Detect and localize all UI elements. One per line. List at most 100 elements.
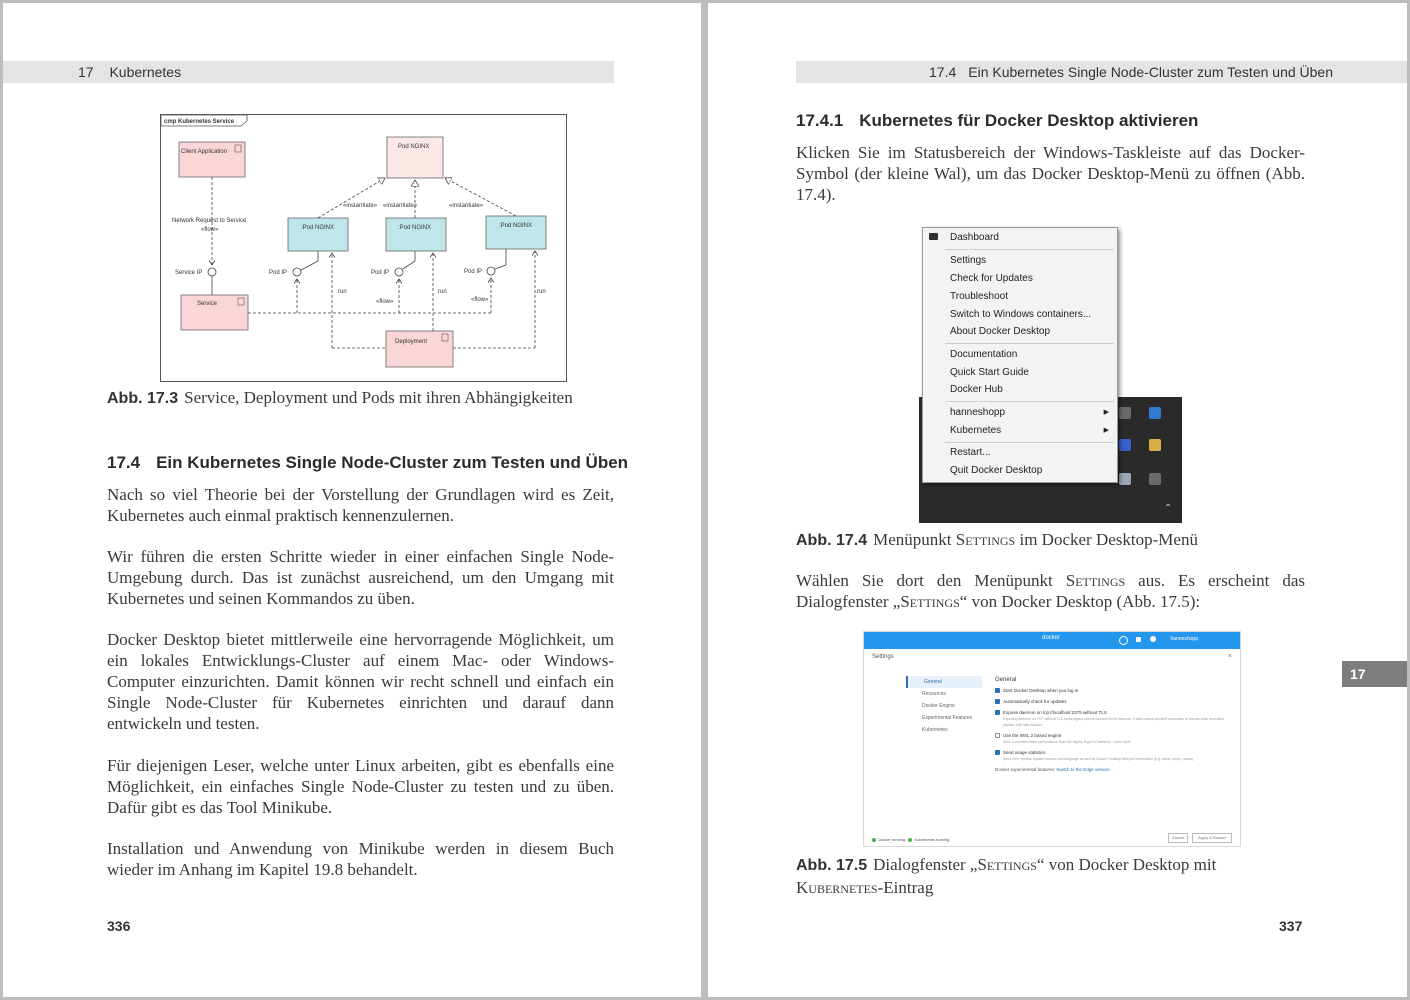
caption-text: -Eintrag <box>877 878 934 897</box>
close-icon[interactable]: × <box>1228 653 1232 660</box>
option-description: Send error reports, system version and l… <box>1003 757 1195 761</box>
bug-icon[interactable] <box>1136 637 1141 642</box>
uml-pod2-box <box>385 217 447 252</box>
caption-text: Dialogfenster „ <box>873 855 978 874</box>
option-label: Start Docker Desktop when you log in <box>1003 688 1079 693</box>
menu-item-dashboard[interactable]: Dashboard <box>950 230 999 246</box>
menu-item-quit[interactable]: Quit Docker Desktop <box>950 463 1042 479</box>
monitor-icon <box>1149 473 1161 485</box>
uml-pod1-label: :Pod NGINX <box>301 225 334 231</box>
uml-frame-label: cmp Kubernetes Service <box>164 119 235 125</box>
section-number: 17.4 <box>929 64 957 80</box>
subsection-title: Kubernetes für Docker Desktop aktivieren <box>859 111 1199 130</box>
page-number-left: 336 <box>107 918 131 934</box>
menu-item-switch-containers[interactable]: Switch to Windows containers... <box>950 307 1091 323</box>
section-title: Ein Kubernetes Single Node-Cluster zum T… <box>156 453 629 472</box>
menu-item-troubleshoot[interactable]: Troubleshoot <box>950 289 1008 305</box>
settings-username: hanneshopp <box>1170 636 1198 642</box>
left-page: 17 Kubernetes cmp Kubernetes Service Cli… <box>3 3 701 997</box>
cancel-button[interactable]: Cancel <box>1168 833 1188 843</box>
menu-item-check-updates[interactable]: Check for Updates <box>950 271 1033 287</box>
paragraph: Installation und Anwendung von Minikube … <box>107 839 614 879</box>
uml-pod1-box <box>287 217 349 252</box>
paragraph: Wir führen die ersten Schritte wieder in… <box>107 547 614 608</box>
text-smallcaps: Settings <box>1065 571 1126 590</box>
option-description: Exposing daemon on TCP without TLS helps… <box>1003 717 1225 727</box>
menu-item-user[interactable]: hanneshopp <box>950 405 1110 421</box>
dashboard-icon <box>929 233 938 240</box>
docker-context-menu: Dashboard Settings Check for Updates Tro… <box>922 227 1118 483</box>
checkbox-checked[interactable] <box>995 710 1000 715</box>
settings-option[interactable]: Automatically check for updates <box>995 699 1225 705</box>
uml-client-label: Client Application <box>181 149 227 155</box>
paragraph: Docker Desktop bietet mittlerweile eine … <box>107 630 614 733</box>
caption-smallcaps: Kubernetes <box>796 878 878 897</box>
submenu-arrow-icon: ▶ <box>1103 427 1109 434</box>
apply-restart-button[interactable]: Apply & Restart <box>1192 833 1232 843</box>
section-heading-17-4: 17.4 Ein Kubernetes Single Node-Cluster z… <box>107 453 628 473</box>
checkbox-checked[interactable] <box>995 688 1000 693</box>
status-dot <box>872 837 876 842</box>
figure-caption-17-3: Abb. 17.3 Service, Deployment und Pods mi… <box>107 387 667 410</box>
checkbox-checked[interactable] <box>995 750 1000 755</box>
menu-item-documentation[interactable]: Documentation <box>950 347 1017 363</box>
uml-pod-top-label: Pod NGINX <box>398 144 429 150</box>
page-number-right: 337 <box>1279 918 1303 934</box>
uml-pod2-label: :Pod NGINX <box>398 225 431 231</box>
settings-option[interactable]: Use the WSL 2 based engine WSL 2 provides… <box>995 733 1225 745</box>
uml-flow-label-2: «flow» <box>376 299 394 305</box>
tray-icon <box>1149 407 1161 419</box>
chapter-title: Kubernetes <box>109 64 182 80</box>
avatar <box>1150 636 1156 642</box>
settings-gear-icon[interactable] <box>1119 636 1128 645</box>
security-icon <box>1149 439 1161 451</box>
menu-item-user-label: hanneshopp <box>950 407 1006 418</box>
uml-service-label: Service <box>197 301 218 307</box>
paragraph: Klicken Sie im Statusbereich der Windows… <box>796 143 1305 204</box>
running-head-right: 17.4 Ein Kubernetes Single Node-Cluster z… <box>796 61 1407 83</box>
figure-caption-17-4: Abb. 17.4 Menüpunkt Settings im Docker De… <box>796 529 1356 552</box>
checkbox-unchecked[interactable] <box>995 733 1000 738</box>
uml-pod3-box <box>485 215 547 250</box>
option-label: Expose daemon on tcp://localhost:2375 wi… <box>1003 710 1107 715</box>
docker-whale-icon <box>1119 473 1131 485</box>
settings-dialog-title: Settings <box>872 654 894 660</box>
paragraph: Wählen Sie dort den Menüpunkt Settings a… <box>796 570 1305 612</box>
settings-nav-general[interactable]: General <box>906 676 982 688</box>
settings-option[interactable]: Start Docker Desktop when you log in <box>995 688 1225 694</box>
paragraph: Nach so viel Theorie bei der Vorstellung… <box>107 485 614 525</box>
settings-nav-experimental[interactable]: Experimental Features <box>906 712 982 724</box>
settings-nav-docker-engine[interactable]: Docker Engine <box>906 700 982 712</box>
uml-flow-label-1: «flow» <box>201 227 219 233</box>
text-run: Wählen Sie dort den Menüpunkt <box>796 571 1066 590</box>
menu-item-about[interactable]: About Docker Desktop <box>950 324 1050 340</box>
docker-logo: docker <box>1042 635 1061 641</box>
menu-item-docker-hub[interactable]: Docker Hub <box>950 382 1003 398</box>
shield-icon <box>1119 439 1131 451</box>
menu-item-restart[interactable]: Restart... <box>950 445 991 461</box>
uml-deployment-label: Deployment <box>395 339 427 345</box>
right-page: 17.4 Ein Kubernetes Single Node-Cluster z… <box>708 3 1407 997</box>
settings-option[interactable]: Expose daemon on tcp://localhost:2375 wi… <box>995 710 1225 728</box>
uml-network-request-label: Network Request to Service <box>172 218 247 224</box>
option-label: Automatically check for updates <box>1003 699 1067 704</box>
uml-service-ip-label: Service IP <box>175 270 202 276</box>
option-label: Use the WSL 2 based engine <box>1003 733 1062 738</box>
edge-version-link[interactable]: Switch to the Edge version. <box>1056 767 1111 772</box>
caption-label: Abb. 17.3 <box>107 390 179 407</box>
caption-smallcaps: Settings <box>955 530 1016 549</box>
menu-item-kubernetes[interactable]: Kubernetes <box>950 423 1001 439</box>
settings-general-panel: General Start Docker Desktop when you lo… <box>995 677 1225 772</box>
settings-option[interactable]: Send usage statistics Send error reports,… <box>995 750 1225 762</box>
uml-run-label-2: run <box>438 289 447 295</box>
menu-separator <box>945 343 1114 344</box>
caption-label: Abb. 17.4 <box>796 532 868 549</box>
option-label: Send usage statistics <box>1003 750 1046 755</box>
menu-item-settings[interactable]: Settings <box>950 253 986 269</box>
checkbox-checked[interactable] <box>995 699 1000 704</box>
menu-item-quick-start[interactable]: Quick Start Guide <box>950 365 1029 381</box>
caption-text: Menüpunkt <box>873 530 956 549</box>
settings-nav-resources[interactable]: Resources <box>906 688 982 700</box>
settings-nav-kubernetes[interactable]: Kubernetes <box>906 724 982 736</box>
text-smallcaps: Settings <box>900 592 960 611</box>
